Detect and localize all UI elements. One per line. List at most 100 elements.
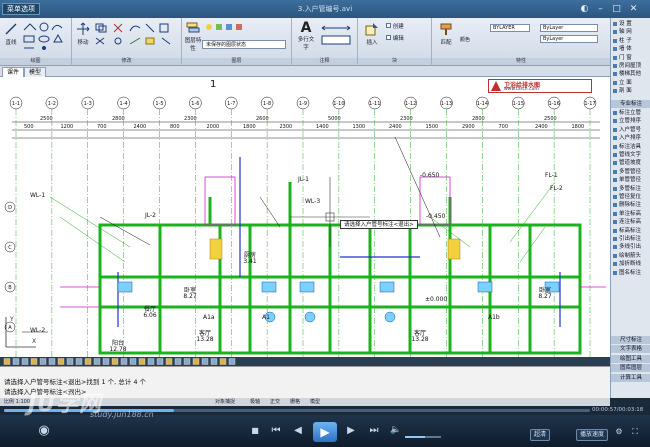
edit-label: 编辑 (392, 36, 404, 42)
ribbon-group-modify: 移动 修改 (72, 18, 182, 66)
menu-item-8[interactable]: 剖 面 (611, 87, 650, 95)
submenu-item-19[interactable]: 图名标注 (611, 269, 650, 277)
stop-icon[interactable]: ■ (250, 426, 260, 435)
dim-value: 700 (499, 124, 509, 130)
submenu-item-10[interactable]: 管径复位 (611, 193, 650, 201)
drawing-label: A1b (488, 314, 500, 321)
menu-item-1[interactable]: 轴 网 (611, 28, 650, 36)
submenu-item-17[interactable]: 绘制箭头 (611, 252, 650, 260)
cmd-tool-icon (12, 358, 20, 365)
submenu-item-7[interactable]: 多管管径 (611, 168, 650, 176)
speed-button[interactable]: 播放速度 (576, 429, 609, 441)
tab-model[interactable]: 模型 (24, 67, 47, 77)
submenu-item-6[interactable]: 管道坡度 (611, 159, 650, 167)
status-ortho[interactable]: 正交 (270, 398, 280, 406)
command-toolbar (0, 357, 610, 366)
dim-total-value: 2300 (184, 116, 197, 122)
menu-bottom-1[interactable]: 文字表格 (611, 345, 650, 354)
layer-state-icons[interactable] (204, 22, 288, 32)
draw-tools-icons[interactable] (22, 22, 70, 52)
forward-icon[interactable]: ▶ (345, 425, 357, 436)
rewind-icon[interactable]: ◀ (292, 425, 304, 436)
menu-section-head[interactable]: 专业标注 (611, 100, 650, 108)
modify-tools-icons[interactable] (94, 22, 180, 52)
menu-item-5[interactable]: 房间屋顶 (611, 62, 650, 70)
create-block-button[interactable]: 创建 (386, 22, 426, 30)
group-label-modify: 修改 (72, 58, 181, 65)
menu-bottom-4[interactable]: 计算工具 (611, 373, 650, 382)
menu-bottom-0[interactable]: 尺寸标注 (611, 336, 650, 344)
eye-icon[interactable]: ◉ (34, 423, 54, 438)
annotation-tools-icons[interactable] (320, 22, 356, 52)
match-label: 匹配 (440, 40, 452, 46)
status-model[interactable]: 模型 (310, 398, 320, 406)
edit-block-button[interactable]: 编辑 (386, 34, 426, 42)
edit-block-icon (386, 35, 391, 40)
submenu-item-0[interactable]: 标注立管 (611, 109, 650, 117)
status-osnap[interactable]: 对象捕捉 (215, 398, 235, 406)
quality-button[interactable]: 超清 (530, 429, 551, 441)
submenu-item-8[interactable]: 单管管径 (611, 176, 650, 184)
linetype-combo[interactable]: ByLayer (540, 24, 598, 32)
menu-item-6[interactable]: 楼梯其他 (611, 70, 650, 78)
submenu-item-13[interactable]: 连注标高 (611, 218, 650, 226)
settings-icon[interactable]: ⚙ (614, 427, 624, 436)
axis-label: 1-10 (333, 101, 344, 107)
drawing-canvas[interactable]: 1-1 1-2 1-3 1-4 1-5 1-6 1-7 1-8 1-9 1-10 1-11 1-12 1… (0, 77, 610, 357)
menu-item-4[interactable]: 门 窗 (611, 54, 650, 62)
submenu-item-4[interactable]: 标注洁具 (611, 143, 650, 151)
volume-icon[interactable]: 🔈 (390, 425, 402, 435)
mtext-button[interactable]: A 多行文字 (296, 21, 316, 51)
menu-bottom-3[interactable]: 图库图层 (611, 364, 650, 373)
layer-state-combo[interactable]: 未保存的图层状态 (202, 40, 286, 49)
menu-item-0[interactable]: 设 置 (611, 20, 650, 28)
maximize-icon[interactable]: □ (610, 3, 623, 15)
move-button[interactable]: 移动 (74, 22, 92, 46)
cmd-tool-icon (210, 358, 218, 365)
tab-courseware[interactable]: 课件 (2, 67, 25, 77)
submenu-item-9[interactable]: 多管标注 (611, 185, 650, 193)
create-block-icon (386, 23, 391, 28)
status-polar[interactable]: 极轴 (250, 398, 260, 406)
insert-button[interactable]: 插入 (362, 22, 382, 46)
axis-label: 1-12 (405, 101, 416, 107)
prev-icon[interactable]: ⏮ (270, 425, 282, 436)
color-combo[interactable]: BYLAYER (490, 24, 530, 32)
submenu-item-1[interactable]: 立管排序 (611, 117, 650, 125)
submenu-item-3[interactable]: 入户排序 (611, 134, 650, 142)
dim-total-value: 2600 (256, 116, 269, 122)
status-grid[interactable]: 栅格 (290, 398, 300, 406)
submenu-item-11[interactable]: 删除标注 (611, 201, 650, 209)
command-tool-icons[interactable] (0, 357, 610, 366)
submenu-item-2[interactable]: 入户管号 (611, 126, 650, 134)
match-properties-button[interactable]: 匹配 (436, 22, 456, 46)
lineweight-combo[interactable]: ByLayer (540, 35, 598, 43)
menu-item-7[interactable]: 立 面 (611, 79, 650, 87)
layer-properties-label: 图层特性 (184, 38, 202, 52)
drawing-label: JL-1 (297, 176, 309, 183)
menu-bottom-2[interactable]: 绘图工具 (611, 354, 650, 363)
layer-properties-button[interactable]: 图层特性 (184, 22, 202, 52)
axis-label: 1-7 (227, 101, 235, 107)
submenu-item-18[interactable]: 加折断线 (611, 260, 650, 268)
minimize-icon[interactable]: – (594, 3, 607, 15)
play-button[interactable]: ▶ (313, 422, 337, 442)
fullscreen-icon[interactable]: ⛶ (630, 427, 640, 437)
drawing-label: WL-1 (30, 192, 45, 199)
menu-item-3[interactable]: 墙 体 (611, 45, 650, 53)
row-axis-label: A (8, 325, 12, 331)
cmd-tool-icon (183, 358, 191, 365)
skin-icon[interactable]: ◐ (578, 3, 591, 15)
close-icon[interactable]: ✕ (627, 3, 640, 15)
video-title: 3.入户管编号.avi (297, 5, 353, 13)
submenu-item-16[interactable]: 多线引出 (611, 243, 650, 251)
menu-item-2[interactable]: 柱 子 (611, 37, 650, 45)
line-button[interactable]: 直线 (2, 22, 20, 46)
player-controls: ◉ ■ ⏮ ◀ ▶ ▶ ⏭ 🔈 超清 播放速度 ⚙ ⛶ (0, 415, 650, 447)
status-scale[interactable]: 比例 1:100 (4, 398, 30, 406)
submenu-item-15[interactable]: 引出标注 (611, 235, 650, 243)
next-icon[interactable]: ⏭ (368, 425, 380, 436)
submenu-item-14[interactable]: 标高标注 (611, 227, 650, 235)
submenu-item-5[interactable]: 管线文字 (611, 151, 650, 159)
submenu-item-12[interactable]: 单注标高 (611, 210, 650, 218)
